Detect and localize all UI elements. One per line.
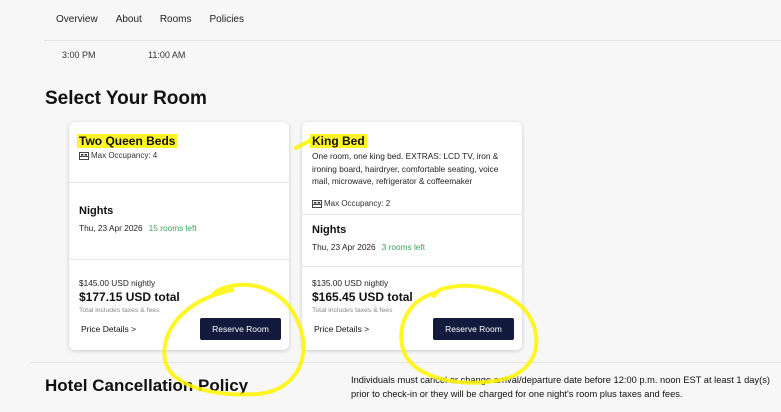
taxes-note: Total includes taxes & fees [312,307,393,314]
total-price: $165.45 USD total [312,290,413,304]
section-title: Select Your Room [45,88,207,109]
room-name: King Bed [310,134,367,148]
room-description: One room, one king bed. EXTRAS: LCD TV, … [312,151,499,186]
reserve-room-button[interactable]: Reserve Room [433,318,514,340]
total-price: $177.15 USD total [79,290,180,304]
availability: 3 rooms left [381,242,426,252]
policy-text: Individuals must cancel or change arriva… [351,375,770,399]
tab-rooms[interactable]: Rooms [160,14,192,25]
price-details-link[interactable]: Price Details > [314,324,369,334]
divider [30,362,781,363]
tab-policies[interactable]: Policies [210,14,244,25]
occupancy: Max Occupancy: 2 [312,199,390,208]
occupancy: Max Occupancy: 4 [79,151,157,160]
divider [69,259,289,260]
nav-tabs: Overview About Rooms Policies [56,14,244,25]
night-date: Thu, 23 Apr 2026 [79,223,143,233]
night-row: Thu, 23 Apr 2026 3 rooms left [312,242,425,252]
bed-icon [79,151,89,160]
night-row: Thu, 23 Apr 2026 15 rooms left [79,223,197,233]
nightly-price: $135.00 USD nightly [312,278,389,288]
occupancy-text: Max Occupancy: 4 [91,151,158,160]
occupancy-text: Max Occupancy: 2 [324,199,391,208]
divider [69,182,289,183]
bed-icon [312,199,322,208]
room-card: King Bed One room, one king bed. EXTRAS:… [302,122,522,350]
divider [44,40,781,41]
page: Overview About Rooms Policies 3:00 PM 11… [0,0,781,412]
divider [302,266,522,267]
check-in-time: 3:00 PM [62,50,96,60]
tab-about[interactable]: About [116,14,142,25]
check-out-time: 11:00 AM [148,50,186,60]
nights-label: Nights [312,224,347,236]
reserve-room-button[interactable]: Reserve Room [200,318,281,340]
taxes-note: Total includes taxes & fees [79,307,160,314]
nights-label: Nights [79,205,114,217]
tab-overview[interactable]: Overview [56,14,98,25]
availability: 15 rooms left [148,223,197,233]
divider [302,214,522,215]
policy-title: Hotel Cancellation Policy [45,376,249,395]
room-name: Two Queen Beds [77,134,178,148]
price-details-link[interactable]: Price Details > [81,324,136,334]
room-card: Two Queen Beds Max Occupancy: 4 Nights T… [69,122,289,350]
nightly-price: $145.00 USD nightly [79,278,156,288]
night-date: Thu, 23 Apr 2026 [312,242,376,252]
